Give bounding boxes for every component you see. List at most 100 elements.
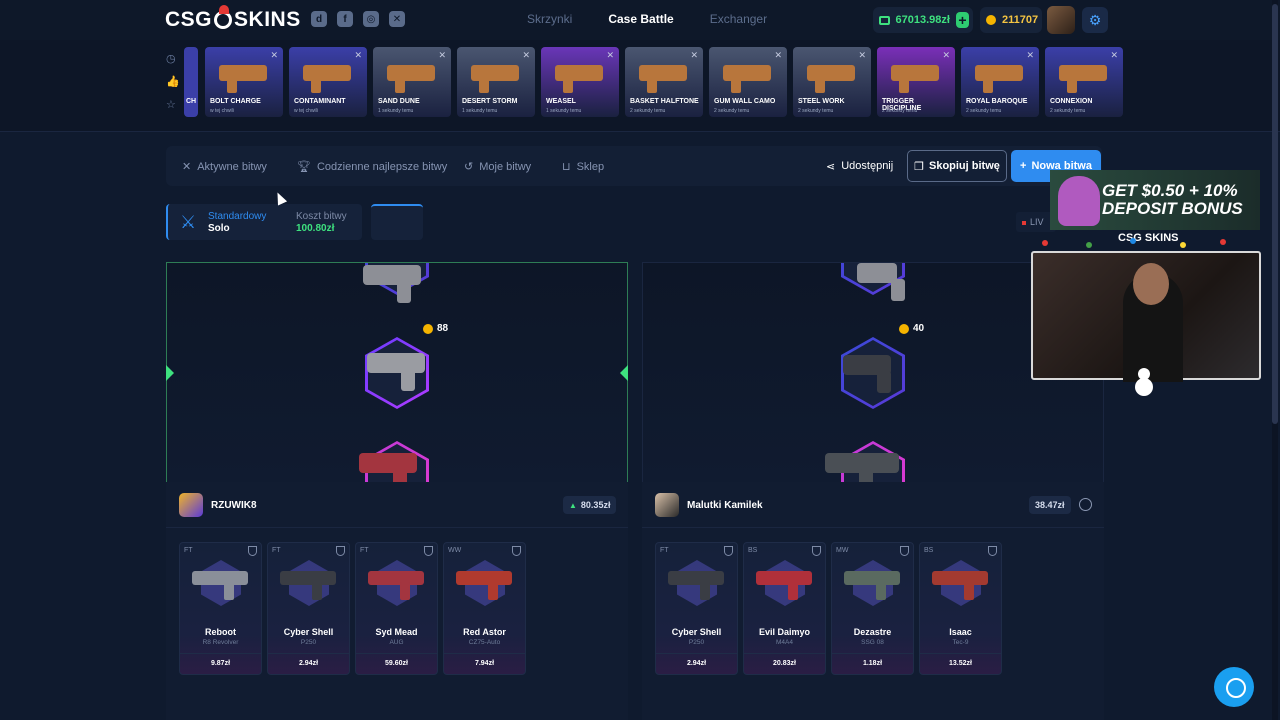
snowman-icon [1133, 368, 1155, 396]
drop-card[interactable]: ✕ ROYAL BAROQUE 2 sekundy temu [961, 47, 1039, 117]
hide-icon[interactable]: ✕ [438, 50, 446, 61]
hide-icon[interactable]: ✕ [858, 50, 866, 61]
drop-card[interactable]: ✕ GUM WALL CAMO 2 sekundy temu [709, 47, 787, 117]
won-item-card[interactable]: BS Evil Daimyo M4A4 20.83zł [743, 542, 826, 675]
smiley-icon[interactable] [1079, 498, 1092, 511]
divider [920, 653, 1001, 654]
light-bulb [1130, 238, 1136, 244]
deposit-plus-button[interactable]: + [955, 12, 969, 28]
tab-shop[interactable]: ⊔ Sklep [562, 160, 604, 174]
won-item-card[interactable]: FT Reboot R8 Revolver 9.87zł [179, 542, 262, 675]
tab-daily-best[interactable]: 🏆︎ Codzienne najlepsze bitwy [297, 160, 448, 174]
nav-exchanger[interactable]: Exchanger [710, 12, 767, 26]
thumbs-up-icon[interactable]: 👍 [166, 75, 180, 88]
star-icon[interactable]: ☆ [166, 98, 180, 111]
streamer-webcam [1031, 251, 1261, 382]
hide-icon[interactable]: ✕ [354, 50, 362, 61]
won-item-card[interactable]: FT Cyber Shell P250 2.94zł [267, 542, 350, 675]
player2-avatar[interactable] [655, 493, 679, 517]
item-weapon-image [456, 571, 512, 600]
cost-label: Koszt bitwy [296, 211, 347, 222]
won-item-card[interactable]: BS Isaac Tec-9 13.52zł [919, 542, 1002, 675]
discord-icon[interactable]: d [311, 11, 327, 27]
hide-icon[interactable]: ✕ [1026, 50, 1034, 61]
drop-name: BASKET HALFTONE [630, 98, 699, 105]
tab-label: Codzienne najlepsze bitwy [316, 160, 448, 173]
won-item-card[interactable]: WW Red Astor CZ75-Auto 7.94zł [443, 542, 526, 675]
hide-icon[interactable]: ✕ [606, 50, 614, 61]
item-weapon-image [932, 571, 988, 600]
item-weapon-image [756, 571, 812, 600]
light-bulb [1042, 240, 1048, 246]
drop-weapon-image [387, 65, 435, 93]
coin-icon [899, 323, 909, 334]
case-thumbnail[interactable] [371, 204, 423, 240]
reel-weapon [363, 265, 421, 303]
instagram-icon[interactable]: ◎ [363, 11, 379, 27]
mode-label: Standardowy [208, 211, 267, 222]
item-type: P250 [300, 639, 317, 646]
settings-gear-icon[interactable]: ⚙ [1082, 7, 1108, 33]
player2-name: Malutki Kamilek [687, 500, 763, 511]
balance-display[interactable]: 67013.98zł + [873, 7, 973, 33]
x-icon[interactable]: ✕ [389, 11, 405, 27]
user-avatar[interactable] [1047, 6, 1075, 34]
coins-display[interactable]: 211707 [980, 7, 1042, 33]
item-type: AUG [389, 639, 404, 646]
drop-card[interactable]: ✕ CONNEXION 2 sekundy temu [1045, 47, 1123, 117]
streamer-head [1133, 263, 1169, 305]
drop-card[interactable]: ✕ STEEL WORK 2 sekundy temu [793, 47, 871, 117]
site-logo[interactable]: CSG SKINS [165, 5, 301, 33]
shield-icon [900, 546, 909, 556]
promo-line2: DEPOSIT BONUS [1102, 199, 1243, 218]
player1-header: RZUWIK8 ▲ 80.35zł [166, 482, 628, 528]
share-button[interactable]: ⋖ Udostępnij [826, 160, 893, 173]
drop-time: 1 sekundy temu [378, 108, 414, 114]
hide-icon[interactable]: ✕ [270, 50, 278, 61]
reel-coin-value: 88 [437, 323, 449, 334]
player1-panel: RZUWIK8 ▲ 80.35zł FT Reboot R8 Revolver 9.87… [166, 482, 628, 720]
battle-mode-info: ⚔ Standardowy Solo Koszt bitwy 100.80zł [166, 204, 362, 240]
drop-card[interactable]: ✕ WEASEL 1 sekundy temu [541, 47, 619, 117]
won-item-card[interactable]: FT Syd Mead AUG 59.60zł [355, 542, 438, 675]
hide-icon[interactable]: ✕ [774, 50, 782, 61]
page-scrollbar[interactable] [1272, 0, 1278, 720]
won-item-card[interactable]: MW Dezastre SSG 08 1.18zł [831, 542, 914, 675]
shield-icon [336, 546, 345, 556]
drop-card[interactable]: ✕ DESERT STORM 1 sekundy temu [457, 47, 535, 117]
drop-name: STEEL WORK [798, 98, 845, 105]
player1-avatar[interactable] [179, 493, 203, 517]
nav-skrzynki[interactable]: Skrzynki [527, 12, 572, 26]
drop-card[interactable]: ✕ BASKET HALFTONE 2 sekundy temu [625, 47, 703, 117]
light-bulb [1086, 242, 1092, 248]
drop-card[interactable]: ✕ CONTAMINANT w tej chwili [289, 47, 367, 117]
nav-case-battle[interactable]: Case Battle [608, 12, 673, 26]
facebook-icon[interactable]: f [337, 11, 353, 27]
share-label: Udostępnij [841, 160, 894, 172]
scrollbar-thumb[interactable] [1272, 4, 1278, 424]
tab-active-battles[interactable]: ✕ Aktywne bitwy [182, 160, 267, 174]
hide-icon[interactable]: ✕ [1110, 50, 1118, 61]
hide-icon[interactable]: ✕ [690, 50, 698, 61]
drops-filter-icons: ◷ 👍 ☆ [166, 52, 180, 111]
light-bulb [1180, 242, 1186, 248]
drop-card-partial[interactable]: CH [184, 47, 198, 117]
copy-battle-button[interactable]: ❐ Skopiuj bitwę [907, 150, 1007, 182]
drop-card[interactable]: ✕ TRIGGER DISCIPLINE 2 sekundy temu [877, 47, 955, 117]
drop-card[interactable]: ✕ SAND DUNE 1 sekundy temu [373, 47, 451, 117]
drop-name: CONTAMINANT [294, 98, 346, 105]
drop-weapon-image [303, 65, 351, 93]
drop-time: 2 sekundy temu [966, 108, 1002, 114]
player1-total-value: 80.35zł [580, 500, 611, 510]
clock-icon[interactable]: ◷ [166, 52, 180, 65]
won-item-card[interactable]: FT Cyber Shell P250 2.94zł [655, 542, 738, 675]
hide-icon[interactable]: ✕ [942, 50, 950, 61]
logo-text-left: CSG [165, 8, 213, 31]
drop-card[interactable]: ✕ BOLT CHARGE w tej chwili [205, 47, 283, 117]
item-type: P250 [688, 639, 705, 646]
live-text: LIV [1030, 217, 1044, 227]
hide-icon[interactable]: ✕ [522, 50, 530, 61]
chat-support-button[interactable] [1214, 667, 1254, 707]
tab-my-battles[interactable]: ↺ Moje bitwy [464, 160, 531, 174]
drop-name: GUM WALL CAMO [714, 98, 776, 105]
